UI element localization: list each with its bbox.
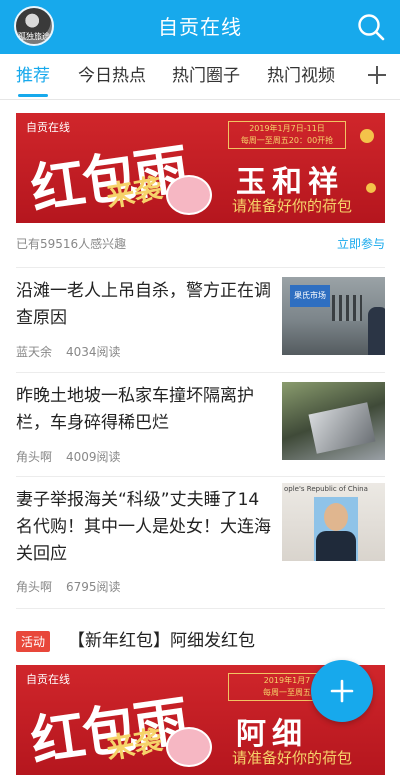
banner-brand: 自贡在线 <box>26 673 70 686</box>
plus-icon <box>368 66 386 84</box>
news-author: 角头啊 <box>16 450 53 464</box>
activity-badge: 活动 <box>16 631 51 652</box>
news-title: 妻子举报海关“科级”丈夫睡了14名代购！其中一人是处女！大连海关回应 <box>16 490 271 564</box>
app-title: 自贡在线 <box>158 15 242 39</box>
divider <box>16 608 385 609</box>
news-meta: 角头啊 4009阅读 <box>16 448 121 465</box>
tab-today-hot[interactable]: 今日热点 <box>78 54 146 100</box>
news-author: 蓝天余 <box>16 345 53 359</box>
news-item[interactable]: 昨晚土地坡一私家车撞坏隔离护栏，车身碎得稀巴烂 角头啊 4009阅读 <box>16 373 385 477</box>
banner-slogan: 请准备好你的荷包 <box>232 749 353 767</box>
news-thumbnail: 果氏市场 <box>282 277 385 355</box>
join-link[interactable]: 立即参与 <box>337 235 385 252</box>
promo-meta: 已有59516人感兴趣 立即参与 <box>16 235 385 253</box>
poster-text: ople's Republic of China <box>284 485 368 493</box>
interest-count: 已有59516人感兴趣 <box>16 237 127 251</box>
pig-illustration <box>166 175 212 215</box>
coin-decoration <box>366 183 376 193</box>
news-meta: 蓝天余 4034阅读 <box>16 343 121 360</box>
banner-brand: 自贡在线 <box>26 121 70 134</box>
tab-hot-videos[interactable]: 热门视频 <box>267 54 335 100</box>
news-meta: 角头啊 6795阅读 <box>16 578 121 595</box>
news-item[interactable]: 沿滩一老人上吊自杀，警方正在调查原因 蓝天余 4034阅读 果氏市场 <box>16 268 385 372</box>
news-reads: 6795阅读 <box>66 580 121 594</box>
news-item[interactable]: 妻子举报海关“科级”丈夫睡了14名代购！其中一人是处女！大连海关回应 角头啊 67… <box>16 477 385 607</box>
news-title: 沿滩一老人上吊自杀，警方正在调查原因 <box>16 281 271 328</box>
add-tab-button[interactable] <box>364 62 390 88</box>
banner-slogan: 请准备好你的荷包 <box>232 197 353 215</box>
tab-recommend[interactable]: 推荐 <box>16 54 50 100</box>
news-thumbnail: ople's Republic of China <box>282 483 385 561</box>
banner-date-line: 2019年1月7日-11日 <box>249 124 325 133</box>
person-figure <box>368 307 385 355</box>
activity-title: 【新年红包】阿细发红包 <box>68 631 255 651</box>
portrait-uniform <box>316 531 356 561</box>
banner-date-line: 每周一至周五20：00开抢 <box>240 136 334 145</box>
news-thumbnail <box>282 382 385 460</box>
news-author: 角头啊 <box>16 580 53 594</box>
pig-illustration <box>166 727 212 767</box>
banner-date-box: 2019年1月7日-11日 每周一至周五20：00开抢 <box>228 121 346 149</box>
app-header: 孤独旅途 自贡在线 <box>0 0 400 54</box>
portrait-face <box>324 503 348 531</box>
news-title: 昨晚土地坡一私家车撞坏隔离护栏，车身碎得稀巴烂 <box>16 386 254 433</box>
tab-hot-circles[interactable]: 热门圈子 <box>172 54 240 100</box>
wrecked-car <box>308 402 376 454</box>
sign-label: 果氏市场 <box>290 285 330 307</box>
search-icon <box>358 14 385 41</box>
plus-icon <box>330 679 354 703</box>
search-button[interactable] <box>356 12 386 42</box>
compose-fab[interactable] <box>311 660 373 722</box>
window-grate <box>332 295 362 321</box>
news-reads: 4034阅读 <box>66 345 121 359</box>
promo-banner[interactable]: 自贡在线 红包雨 来袭 2019年1月7日-11日 每周一至周五20：00开抢 … <box>16 113 385 223</box>
category-tabs: 推荐 今日热点 热门圈子 热门视频 <box>0 54 400 100</box>
activity-item[interactable]: 活动 【新年红包】阿细发红包 <box>16 628 385 654</box>
news-reads: 4009阅读 <box>66 450 121 464</box>
coin-decoration <box>360 129 374 143</box>
banner-subheadline: 来袭 <box>103 723 165 766</box>
banner-subheadline: 来袭 <box>103 171 165 214</box>
